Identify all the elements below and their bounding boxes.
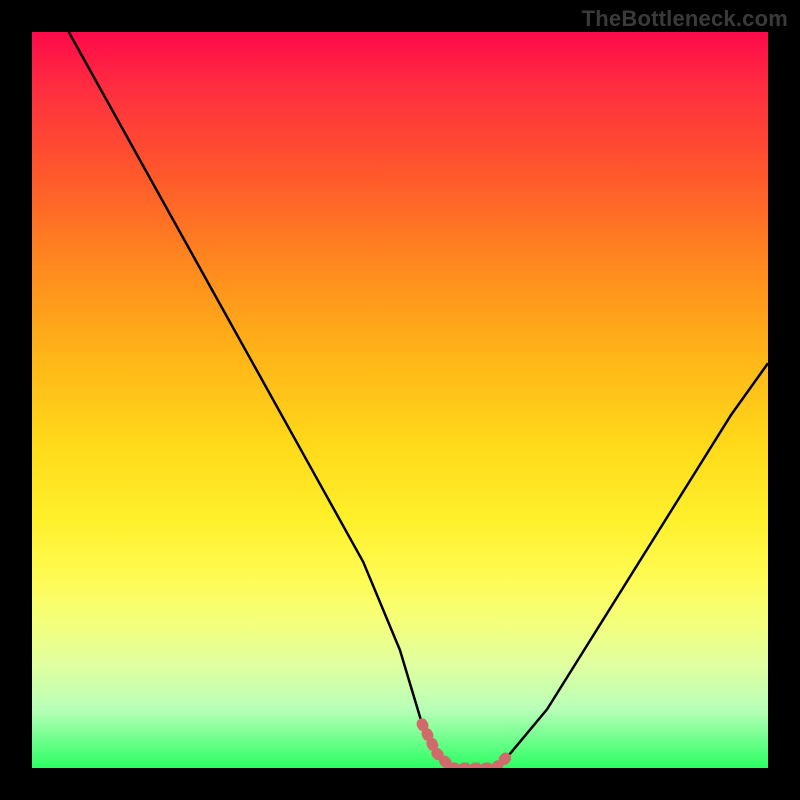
curve-layer <box>32 32 768 768</box>
watermark-text: TheBottleneck.com <box>582 6 788 32</box>
chart-frame: TheBottleneck.com <box>0 0 800 800</box>
plot-area <box>32 32 768 768</box>
optimal-band-path <box>422 724 510 768</box>
bottleneck-curve-path <box>69 32 768 768</box>
